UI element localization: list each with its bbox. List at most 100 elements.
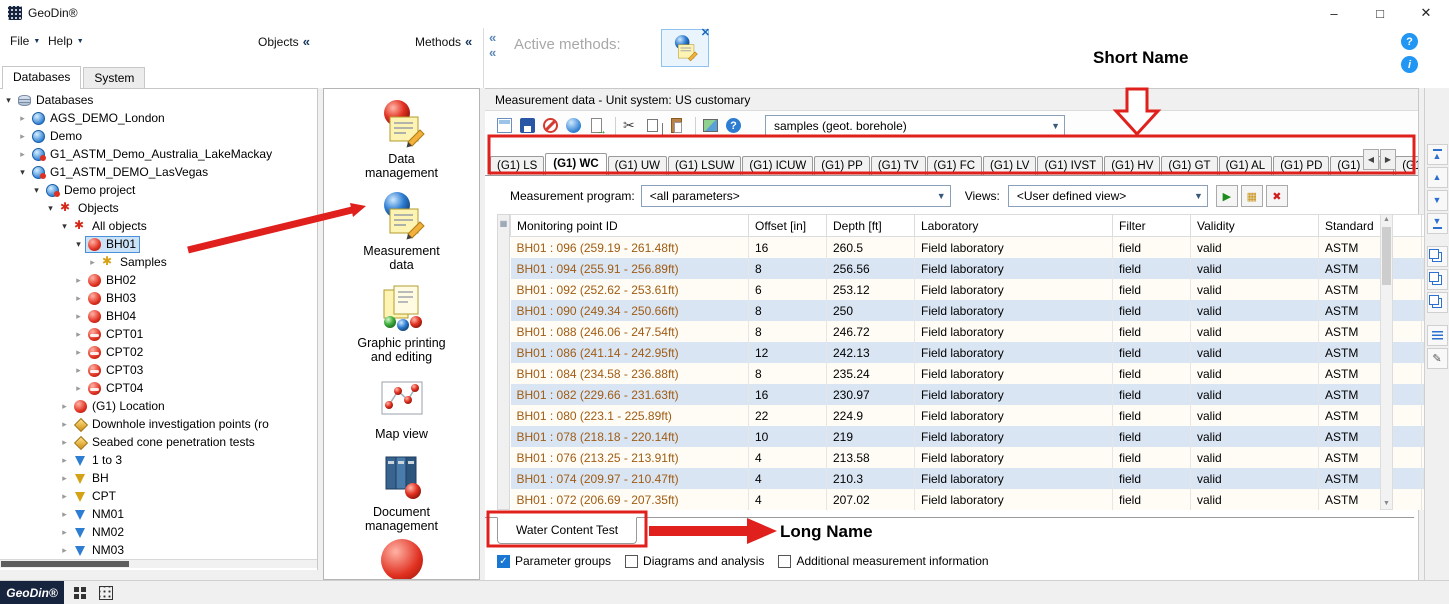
table-cell[interactable]: Field laboratory	[915, 363, 1113, 384]
scroll-down-icon[interactable]: ▼	[1383, 499, 1390, 509]
tree-item-bh[interactable]: ▸BH	[0, 469, 317, 487]
method-tab-g1-hv[interactable]: (G1) HV	[1104, 156, 1160, 176]
expand-chevron-icon[interactable]: ▸	[16, 113, 29, 124]
checkbox-box[interactable]	[778, 555, 791, 568]
table-cell[interactable]: Field laboratory	[915, 342, 1113, 363]
table-cell[interactable]: field	[1113, 426, 1191, 447]
method-tab-g1-wc[interactable]: (G1) WC	[545, 153, 606, 176]
table-row[interactable]: BH01 : 094 (255.91 - 256.89ft)8256.56Fie…	[511, 258, 1449, 279]
tree-item-g1-astm-demo-australia-lakemackay[interactable]: ▸G1_ASTM_Demo_Australia_LakeMackay	[0, 145, 317, 163]
table-cell[interactable]: valid	[1191, 405, 1319, 426]
expand-chevron-icon[interactable]: ▸	[58, 491, 71, 502]
table-cell[interactable]: valid	[1191, 363, 1319, 384]
table-cell[interactable]: BH01 : 084 (234.58 - 236.88ft)	[511, 363, 749, 384]
table-cell[interactable]: 256.56	[827, 258, 915, 279]
expand-chevron-icon[interactable]: ▸	[58, 419, 71, 430]
expand-chevron-icon[interactable]: ▸	[72, 347, 85, 358]
table-cell[interactable]: valid	[1191, 489, 1319, 510]
table-cell[interactable]: field	[1113, 447, 1191, 468]
table-row[interactable]: BH01 : 090 (249.34 - 250.66ft)8250Field …	[511, 300, 1449, 321]
table-row[interactable]: BH01 : 074 (209.97 - 210.47ft)4210.3Fiel…	[511, 468, 1449, 489]
table-cell[interactable]: 250	[827, 300, 915, 321]
image-icon[interactable]	[701, 116, 720, 135]
list-view-button[interactable]	[1427, 325, 1448, 346]
table-cell[interactable]: field	[1113, 468, 1191, 489]
collapse-left-icon[interactable]: «	[303, 34, 310, 49]
tree-item-cpt01[interactable]: ▸CPT01	[0, 325, 317, 343]
copy-icon[interactable]	[644, 116, 663, 135]
expand-chevron-icon[interactable]: ▸	[58, 437, 71, 448]
method-tab-g1-lsuw[interactable]: (G1) LSUW	[668, 156, 741, 176]
export-icon[interactable]	[587, 116, 606, 135]
table-cell[interactable]: ASTM	[1319, 237, 1422, 259]
table-cell[interactable]: Field laboratory	[915, 237, 1113, 259]
status-layout-icon[interactable]	[98, 586, 114, 600]
table-cell[interactable]: 4	[749, 447, 827, 468]
measurement-program-dropdown[interactable]: <all parameters> ▼	[641, 185, 951, 207]
table-cell[interactable]: BH01 : 072 (206.69 - 207.35ft)	[511, 489, 749, 510]
table-cell[interactable]: 12	[749, 342, 827, 363]
table-cell[interactable]: 8	[749, 363, 827, 384]
table-cell[interactable]: BH01 : 074 (209.97 - 210.47ft)	[511, 468, 749, 489]
tree-item-downhole-investigation-points-ro[interactable]: ▸Downhole investigation points (ro	[0, 415, 317, 433]
tree-item-nm03[interactable]: ▸NM03	[0, 541, 317, 559]
tree-item-demo-project[interactable]: ▾Demo project	[0, 181, 317, 199]
edit-record-button[interactable]: ✎	[1427, 348, 1448, 369]
table-row[interactable]: BH01 : 078 (218.18 - 220.14ft)10219Field…	[511, 426, 1449, 447]
table-row[interactable]: BH01 : 072 (206.69 - 207.35ft)4207.02Fie…	[511, 489, 1449, 510]
expand-chevron-icon[interactable]: ▸	[72, 329, 85, 340]
expand-chevron-icon[interactable]: ▸	[58, 401, 71, 412]
column-header-validity[interactable]: Validity	[1191, 215, 1319, 237]
method-tab-g1-fc[interactable]: (G1) FC	[927, 156, 983, 176]
tree-item-bh02[interactable]: ▸BH02	[0, 271, 317, 289]
table-row[interactable]: BH01 : 088 (246.06 - 247.54ft)8246.72Fie…	[511, 321, 1449, 342]
table-cell[interactable]: 253.12	[827, 279, 915, 300]
table-cell[interactable]: valid	[1191, 321, 1319, 342]
table-cell[interactable]: valid	[1191, 237, 1319, 259]
table-cell[interactable]: BH01 : 088 (246.06 - 247.54ft)	[511, 321, 749, 342]
table-cell[interactable]: BH01 : 078 (218.18 - 220.14ft)	[511, 426, 749, 447]
table-cell[interactable]: Field laboratory	[915, 405, 1113, 426]
parameter-groups-checkbox[interactable]: ✓Parameter groups	[497, 554, 611, 568]
scroll-tabs-left-button[interactable]: ◀	[1363, 149, 1379, 170]
table-cell[interactable]: 246.72	[827, 321, 915, 342]
cut-icon[interactable]	[621, 116, 640, 135]
table-cell[interactable]: 16	[749, 237, 827, 259]
tab-system[interactable]: System	[83, 67, 145, 88]
tree-item-ags-demo-london[interactable]: ▸AGS_DEMO_London	[0, 109, 317, 127]
last-record-button[interactable]: ▼	[1427, 213, 1448, 234]
tree-item-all-objects[interactable]: ▾All objects	[0, 217, 317, 235]
table-cell[interactable]: field	[1113, 405, 1191, 426]
table-cell[interactable]: Field laboratory	[915, 447, 1113, 468]
table-cell[interactable]: 10	[749, 426, 827, 447]
table-cell[interactable]: ASTM	[1319, 384, 1422, 405]
table-cell[interactable]: field	[1113, 342, 1191, 363]
table-cell[interactable]: 260.5	[827, 237, 915, 259]
table-cell[interactable]: BH01 : 080 (223.1 - 225.89ft)	[511, 405, 749, 426]
grid-view-button[interactable]: ▦	[1241, 185, 1263, 207]
tree-item-bh04[interactable]: ▸BH04	[0, 307, 317, 325]
table-cell[interactable]: field	[1113, 258, 1191, 279]
tree-item-cpt02[interactable]: ▸CPT02	[0, 343, 317, 361]
table-cell[interactable]: Field laboratory	[915, 300, 1113, 321]
expand-chevron-icon[interactable]: ▸	[58, 527, 71, 538]
table-cell[interactable]: 242.13	[827, 342, 915, 363]
tree-item-g1-location[interactable]: ▸(G1) Location	[0, 397, 317, 415]
tree-item-cpt03[interactable]: ▸CPT03	[0, 361, 317, 379]
table-cell[interactable]: ASTM	[1319, 258, 1422, 279]
paste-icon[interactable]	[667, 116, 686, 135]
table-cell[interactable]: ASTM	[1319, 300, 1422, 321]
table-cell[interactable]: 16	[749, 384, 827, 405]
collapse-chevron-icon[interactable]: ▾	[72, 239, 85, 250]
help-icon[interactable]	[724, 116, 743, 135]
column-header-depth-ft[interactable]: Depth [ft]	[827, 215, 915, 237]
method-tab-g1-lv[interactable]: (G1) LV	[983, 156, 1036, 176]
table-cell[interactable]: ASTM	[1319, 363, 1422, 384]
tree-item-objects[interactable]: ▾Objects	[0, 199, 317, 217]
column-header-laboratory[interactable]: Laboratory	[915, 215, 1113, 237]
expand-chevron-icon[interactable]: ▸	[72, 311, 85, 322]
tab-water-content-test[interactable]: Water Content Test	[497, 517, 637, 544]
table-cell[interactable]: BH01 : 076 (213.25 - 213.91ft)	[511, 447, 749, 468]
tree-item-samples[interactable]: ▸Samples	[0, 253, 317, 271]
column-header-filter[interactable]: Filter	[1113, 215, 1191, 237]
